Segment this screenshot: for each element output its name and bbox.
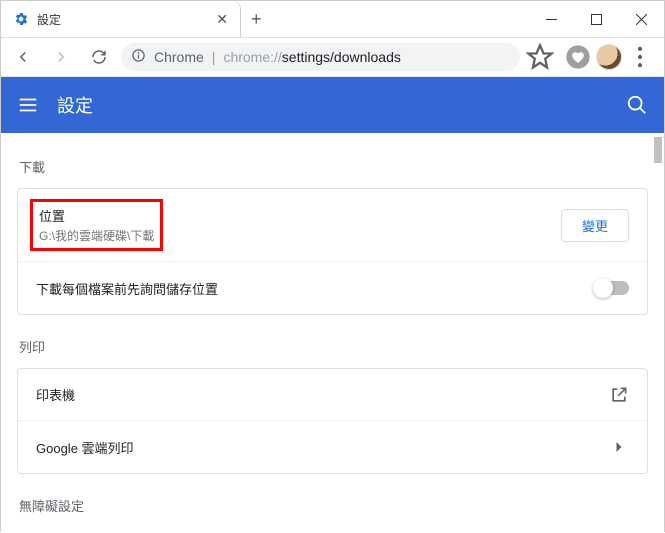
download-location-row: 位置 G:\我的雲端硬碟\下載 變更 — [18, 189, 647, 262]
printers-label: 印表機 — [36, 385, 609, 404]
site-info-icon[interactable] — [131, 48, 146, 66]
settings-content: 下載 位置 G:\我的雲端硬碟\下載 變更 下載每個檔案前先詢問儲存位置 列印 … — [1, 133, 664, 533]
ask-before-download-label: 下載每個檔案前先詢問儲存位置 — [36, 279, 595, 298]
ask-before-download-toggle[interactable] — [595, 281, 629, 295]
scrollbar-thumb[interactable] — [654, 137, 662, 163]
printers-row[interactable]: 印表機 — [18, 369, 647, 421]
download-location-path: G:\我的雲端硬碟\下載 — [39, 227, 154, 244]
change-location-button[interactable]: 變更 — [561, 209, 629, 242]
profile-avatar[interactable] — [596, 44, 622, 70]
window-maximize-button[interactable] — [574, 4, 619, 34]
tab-title: 設定 — [37, 11, 208, 28]
close-tab-icon[interactable]: ✕ — [216, 11, 228, 28]
download-location-label: 位置 — [39, 206, 154, 225]
url-separator: | — [212, 49, 216, 65]
chevron-right-icon — [609, 437, 629, 457]
new-tab-button[interactable]: + — [241, 9, 272, 30]
window-controls — [529, 4, 664, 34]
cloud-print-label: Google 雲端列印 — [36, 438, 609, 457]
star-icon[interactable] — [526, 43, 554, 71]
section-title-downloads: 下載 — [19, 157, 648, 176]
section-title-accessibility: 無障礙設定 — [19, 496, 648, 515]
back-button[interactable] — [7, 41, 39, 73]
url-chrome-label: Chrome — [154, 49, 204, 65]
extension-heart-icon[interactable] — [564, 43, 592, 71]
gear-icon — [13, 11, 29, 27]
section-title-print: 列印 — [19, 337, 648, 356]
browser-tab[interactable]: 設定 ✕ — [1, 1, 241, 37]
url-box[interactable]: Chrome | chrome://settings/downloads — [121, 43, 520, 71]
cloud-print-row[interactable]: Google 雲端列印 — [18, 421, 647, 473]
kebab-menu-icon[interactable] — [626, 43, 654, 71]
downloads-card: 位置 G:\我的雲端硬碟\下載 變更 下載每個檔案前先詢問儲存位置 — [17, 188, 648, 315]
forward-button[interactable] — [45, 41, 77, 73]
titlebar: 設定 ✕ + — [1, 1, 664, 37]
address-bar: Chrome | chrome://settings/downloads — [1, 37, 664, 77]
url-text: chrome://settings/downloads — [223, 49, 400, 65]
page-title: 設定 — [57, 92, 608, 118]
hamburger-icon[interactable] — [17, 94, 39, 116]
highlight-box: 位置 G:\我的雲端硬碟\下載 — [30, 199, 163, 251]
toolbar-right — [560, 43, 658, 71]
search-icon[interactable] — [626, 94, 648, 116]
ask-before-download-row: 下載每個檔案前先詢問儲存位置 — [18, 262, 647, 314]
page-header: 設定 — [1, 77, 664, 133]
window-close-button[interactable] — [619, 4, 664, 34]
print-card: 印表機 Google 雲端列印 — [17, 368, 648, 474]
reload-button[interactable] — [83, 41, 115, 73]
window-minimize-button[interactable] — [529, 4, 574, 34]
external-link-icon — [609, 385, 629, 405]
